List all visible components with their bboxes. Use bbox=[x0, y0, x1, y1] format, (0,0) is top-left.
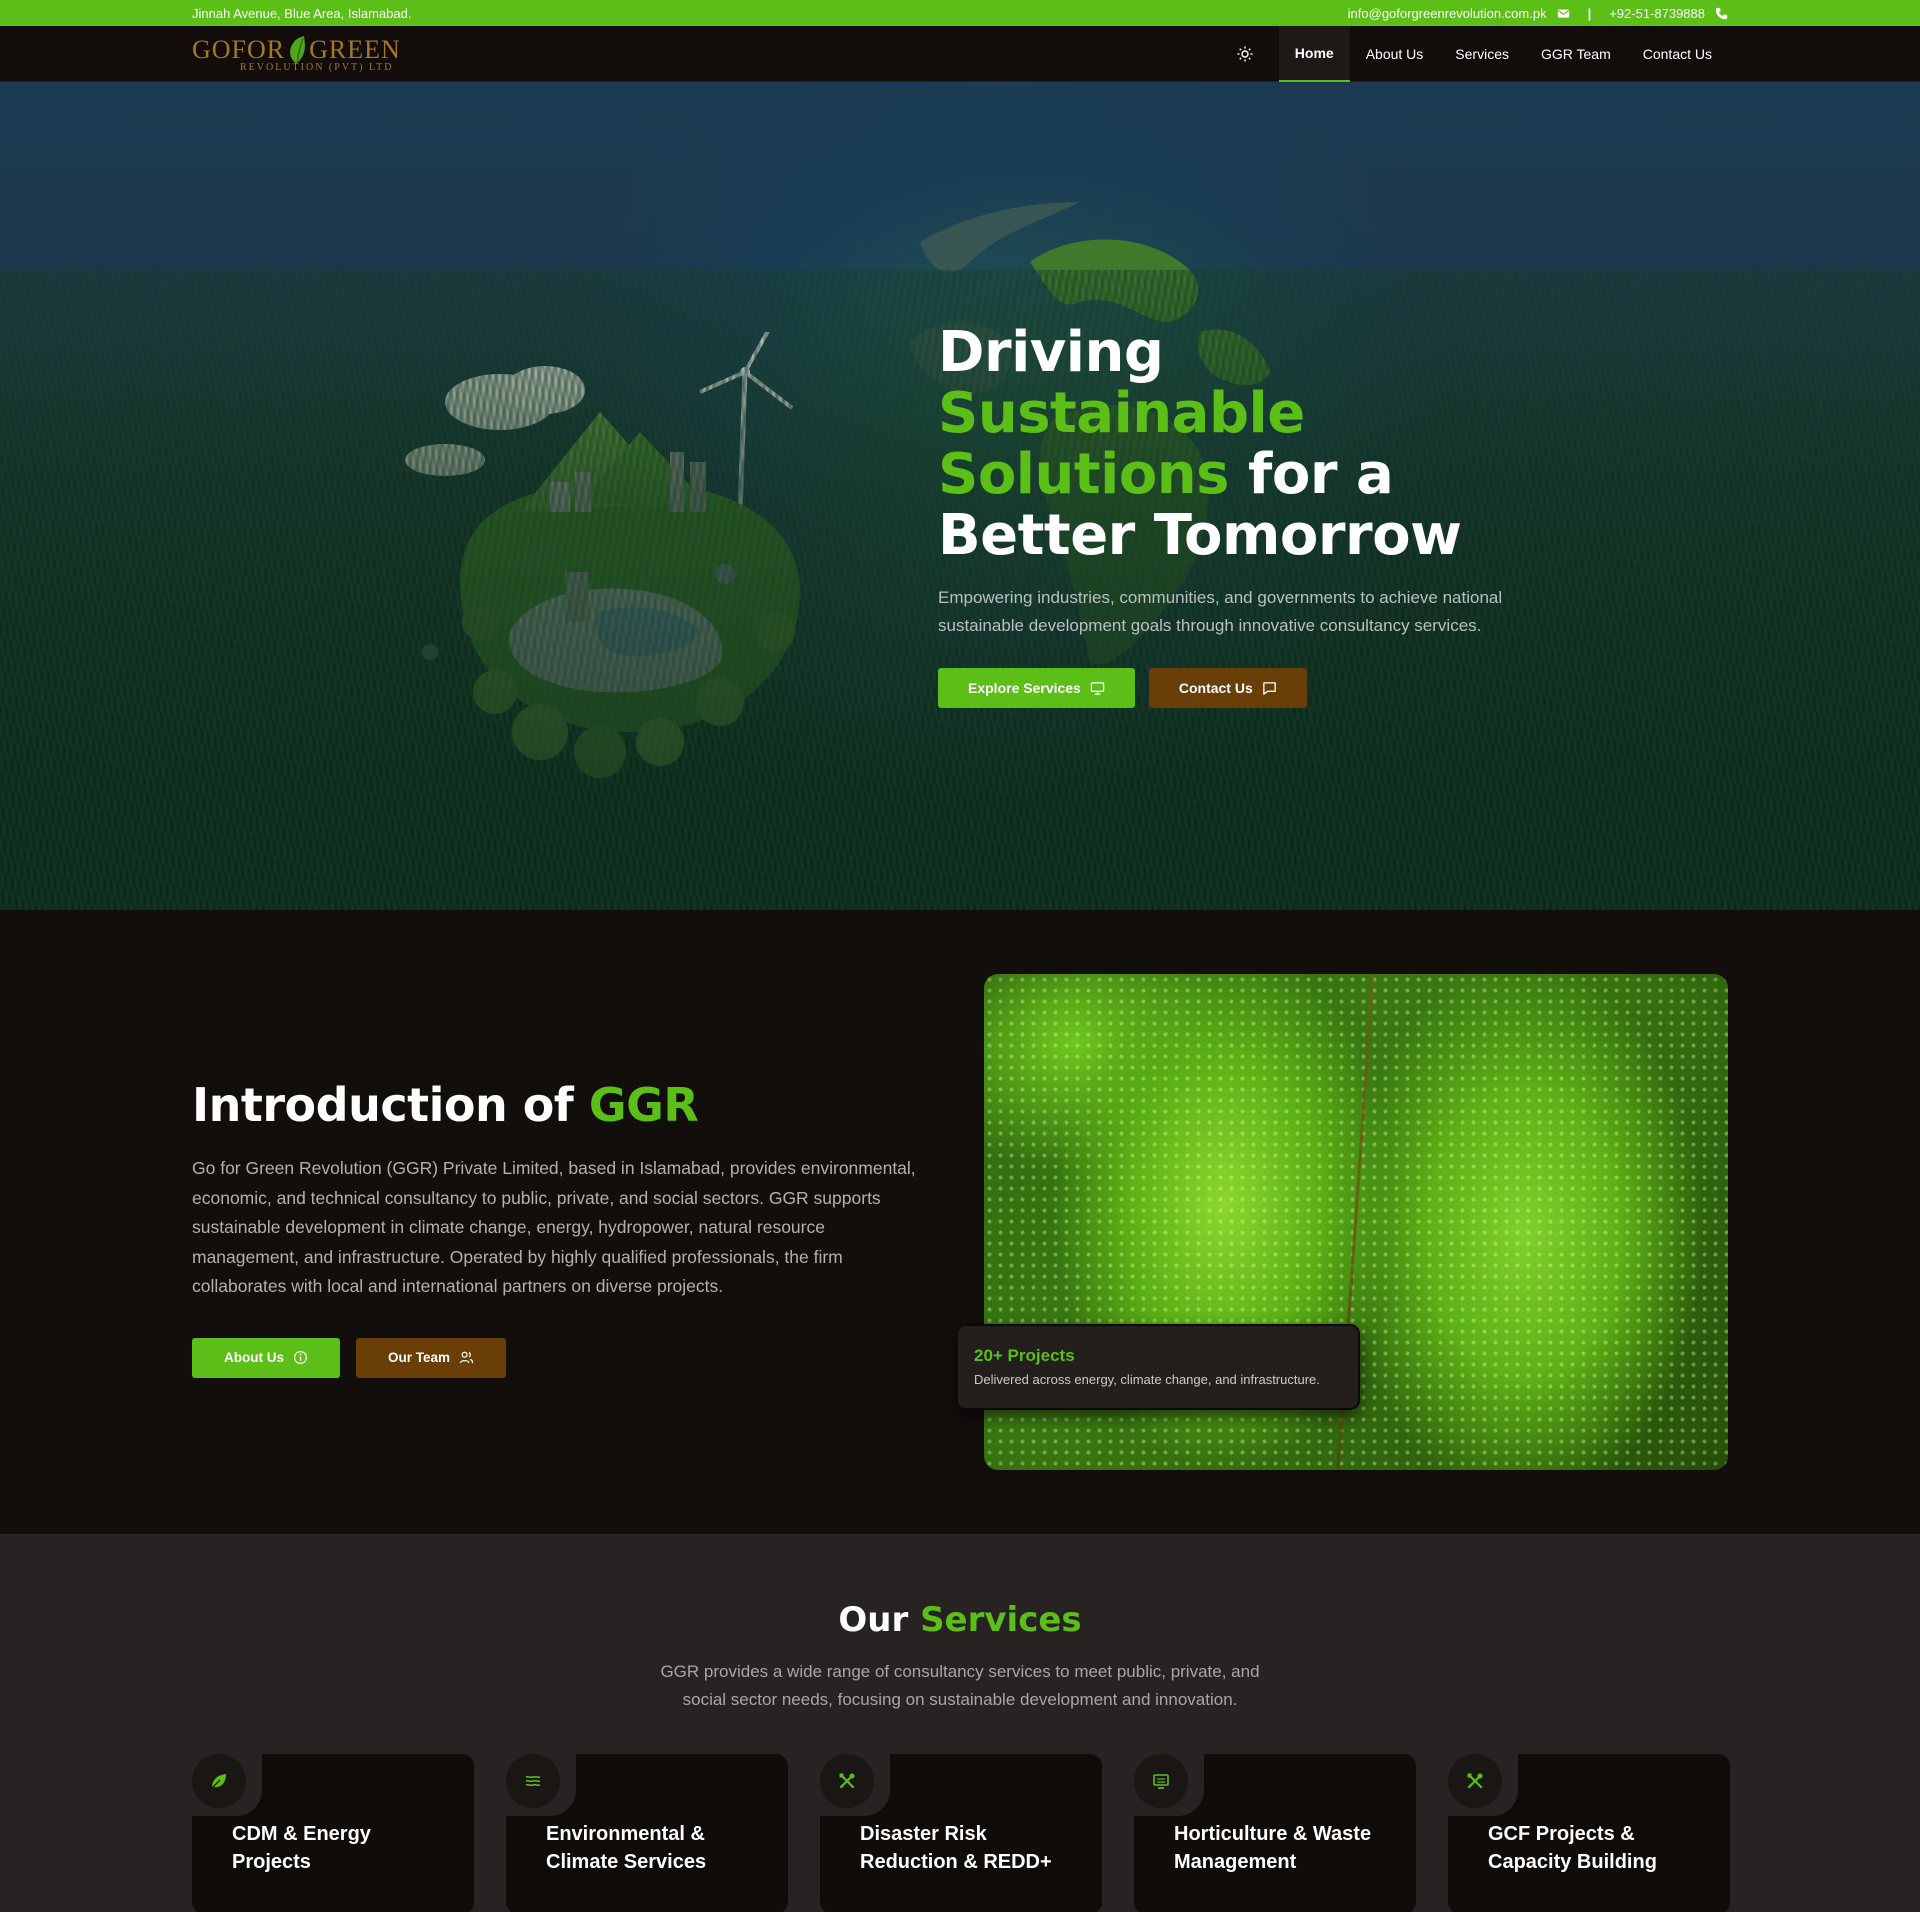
mail-icon bbox=[1557, 8, 1570, 18]
tools-icon bbox=[839, 1773, 855, 1789]
intro-body: Go for Green Revolution (GGR) Private Li… bbox=[192, 1158, 916, 1296]
leaf-logo-icon bbox=[290, 35, 306, 64]
email-link[interactable]: info@goforgreenrevolution.com.pk bbox=[1348, 6, 1547, 21]
separator: | bbox=[1587, 5, 1592, 21]
intro-buttons: About Us Our Team bbox=[192, 1337, 922, 1378]
hero-subtitle: Empowering industries, communities, and … bbox=[938, 588, 1503, 635]
nav-links: Home About Us Services GGR Team Contact … bbox=[1227, 25, 1728, 82]
waves-icon bbox=[525, 1775, 541, 1787]
hero-buttons: Explore Services Contact Us bbox=[938, 668, 1518, 708]
explore-services-button[interactable]: Explore Services bbox=[938, 668, 1135, 708]
info-icon bbox=[293, 1350, 308, 1365]
nav-home[interactable]: Home bbox=[1278, 25, 1350, 82]
hero-section: Driving Sustainable Solutions for a Bett… bbox=[0, 82, 1920, 910]
top-info-bar: Jinnah Avenue, Blue Area, Islamabad. inf… bbox=[0, 0, 1920, 26]
nav-ggr-team[interactable]: GGR Team bbox=[1525, 26, 1627, 82]
company-logo[interactable]: GOFOR GREEN REVOLUTION (PVT) LTD bbox=[192, 35, 401, 73]
intro-title: Introduction of GGR bbox=[192, 1078, 699, 1132]
message-icon bbox=[1262, 681, 1276, 695]
service-card[interactable]: Environmental & Climate Services bbox=[504, 1752, 788, 1912]
projects-count: 20+ Projects bbox=[974, 1346, 1075, 1365]
contact-info: info@goforgreenrevolution.com.pk | +92-5… bbox=[1348, 6, 1728, 21]
hero-title: Driving Sustainable Solutions for a Bett… bbox=[938, 320, 1462, 568]
logo-text-left: GOFOR bbox=[192, 34, 286, 64]
sun-icon bbox=[1237, 46, 1253, 61]
nav-about-us[interactable]: About Us bbox=[1350, 26, 1440, 82]
introduction-section: Introduction of GGR Go for Green Revolut… bbox=[0, 910, 1920, 1534]
monitor-icon bbox=[1090, 681, 1105, 695]
service-card-title: Horticulture & Waste Management bbox=[1174, 1823, 1372, 1873]
projects-description: Delivered across energy, climate change,… bbox=[974, 1372, 1320, 1387]
services-section: Our Services GGR provides a wide range o… bbox=[0, 1534, 1920, 1912]
logo-text-right: GREEN bbox=[309, 34, 401, 64]
address-text: Jinnah Avenue, Blue Area, Islamabad. bbox=[192, 5, 412, 21]
monitor-icon bbox=[1153, 1774, 1169, 1789]
about-us-button[interactable]: About Us bbox=[192, 1337, 340, 1378]
theme-toggle-button[interactable] bbox=[1227, 26, 1263, 82]
service-card-title: CDM & Energy Projects bbox=[232, 1823, 371, 1873]
hero-contact-us-button[interactable]: Contact Us bbox=[1148, 668, 1307, 708]
services-title: Our Services bbox=[838, 1600, 1082, 1640]
service-card-title: Disaster Risk Reduction & REDD+ bbox=[860, 1823, 1052, 1873]
nav-services[interactable]: Services bbox=[1439, 26, 1525, 82]
service-card-title: Environmental & Climate Services bbox=[546, 1823, 707, 1873]
tools-icon bbox=[1467, 1773, 1483, 1789]
service-card-title: GCF Projects & Capacity Building bbox=[1488, 1823, 1657, 1873]
logo-subtitle: REVOLUTION (PVT) LTD bbox=[240, 61, 394, 73]
leaf-icon bbox=[211, 1774, 226, 1789]
users-icon bbox=[459, 1351, 474, 1364]
service-card[interactable]: CDM & Energy Projects bbox=[190, 1752, 474, 1912]
service-cards: CDM & Energy Projects Environmental & Cl… bbox=[190, 1752, 1730, 1912]
hero-content: Driving Sustainable Solutions for a Bett… bbox=[938, 322, 1518, 708]
intro-content: Introduction of GGR Go for Green Revolut… bbox=[192, 1078, 922, 1378]
service-card[interactable]: Disaster Risk Reduction & REDD+ bbox=[818, 1752, 1102, 1912]
phone-link[interactable]: +92-51-8739888 bbox=[1609, 6, 1705, 21]
phone-icon bbox=[1715, 7, 1728, 19]
service-card[interactable]: GCF Projects & Capacity Building bbox=[1446, 1752, 1730, 1912]
nav-contact-us[interactable]: Contact Us bbox=[1627, 26, 1728, 82]
services-subtitle: GGR provides a wide range of consultancy… bbox=[660, 1662, 1260, 1709]
service-card[interactable]: Horticulture & Waste Management bbox=[1132, 1752, 1416, 1912]
main-navbar: GOFOR GREEN REVOLUTION (PVT) LTD Home Ab… bbox=[0, 25, 1920, 82]
projects-stat-card: 20+ Projects Delivered across energy, cl… bbox=[956, 1324, 1360, 1410]
our-team-button[interactable]: Our Team bbox=[356, 1337, 507, 1378]
